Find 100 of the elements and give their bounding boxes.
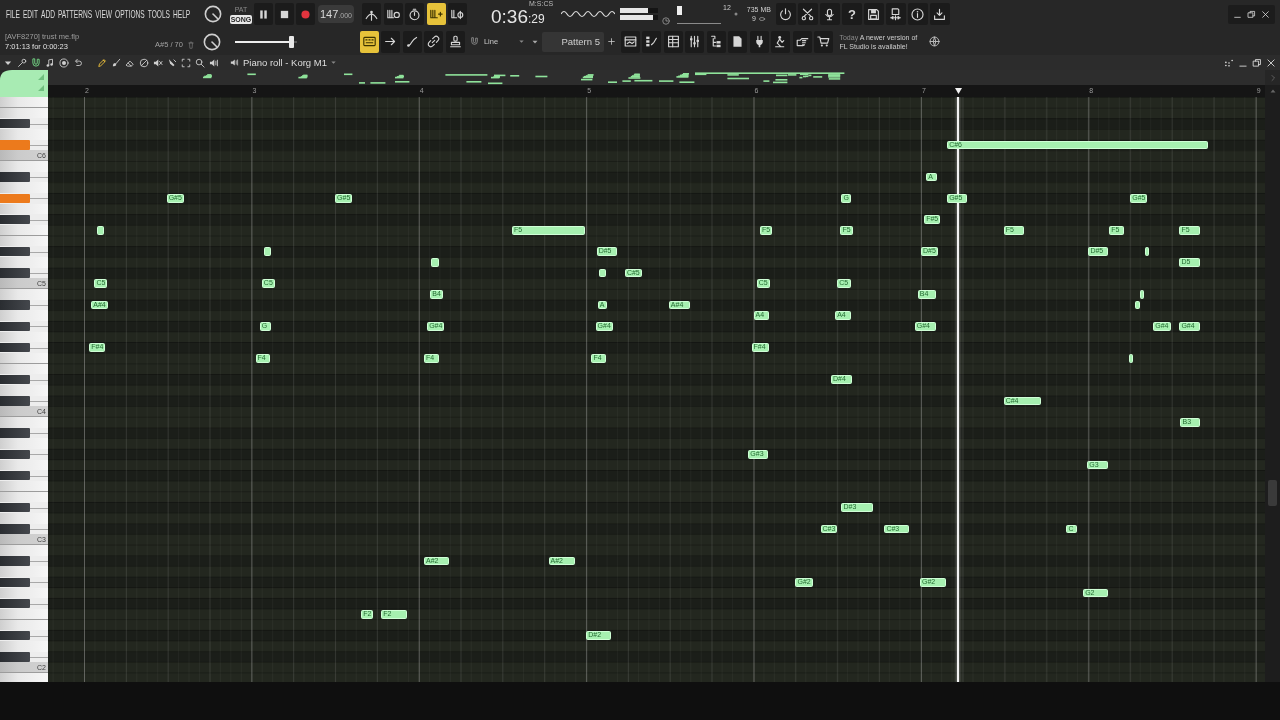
- power-icon: [779, 7, 793, 21]
- stamp-button[interactable]: [445, 30, 465, 53]
- piano-key[interactable]: [0, 321, 30, 331]
- knob-icon[interactable]: [204, 5, 222, 23]
- volume-slider[interactable]: [234, 35, 297, 48]
- select-icon[interactable]: [180, 56, 192, 69]
- comb-clock-icon: [386, 7, 400, 21]
- magnet-icon[interactable]: [30, 56, 42, 69]
- plus-icon[interactable]: [606, 37, 616, 46]
- figure-button[interactable]: [771, 30, 791, 53]
- slider-thumb[interactable]: [289, 35, 295, 48]
- menu-item[interactable]: EDIT: [22, 8, 38, 20]
- restore-icon[interactable]: [1252, 57, 1262, 68]
- save-button[interactable]: [863, 3, 884, 25]
- typing-keyboard-button[interactable]: [359, 30, 379, 53]
- piano-key[interactable]: [0, 215, 30, 225]
- slider-thumb[interactable]: [677, 6, 682, 15]
- comb-clock-button[interactable]: [383, 3, 403, 25]
- document-icon: [731, 35, 745, 48]
- dot-icon: [733, 12, 738, 16]
- menu-item[interactable]: PATTERNS: [57, 8, 93, 20]
- piano-key[interactable]: [0, 471, 30, 481]
- piano-key[interactable]: [0, 247, 30, 257]
- close-icon[interactable]: [1266, 57, 1276, 68]
- brush-icon[interactable]: [110, 56, 122, 69]
- piano-key[interactable]: [0, 503, 30, 513]
- restore-icon[interactable]: [1247, 9, 1256, 19]
- knife-icon[interactable]: [166, 56, 178, 69]
- menu-item[interactable]: VIEW: [95, 8, 112, 20]
- note[interactable]: [263, 247, 272, 256]
- piano-key[interactable]: [0, 577, 30, 587]
- mixer-button[interactable]: [685, 30, 705, 53]
- vertical-scrollbar[interactable]: [1265, 97, 1280, 682]
- pitch-slider[interactable]: [677, 4, 721, 24]
- knob-icon[interactable]: [202, 32, 221, 51]
- cart-button[interactable]: [814, 30, 834, 53]
- stopwatch-icon: [408, 7, 421, 21]
- menu-item[interactable]: HELP: [173, 8, 191, 20]
- scissors-icon: [801, 7, 815, 21]
- power-button[interactable]: [775, 3, 796, 25]
- undo-icon[interactable]: [72, 56, 84, 69]
- arrow-right-button[interactable]: [381, 30, 401, 53]
- stop-button[interactable]: [275, 3, 294, 25]
- link-button[interactable]: [424, 30, 444, 53]
- document-button[interactable]: [728, 30, 748, 53]
- download-icon: [933, 7, 947, 21]
- comb-ring-button[interactable]: [448, 3, 467, 25]
- wrench-icon[interactable]: [16, 56, 28, 69]
- menu-item[interactable]: ADD: [41, 8, 55, 20]
- plug-button[interactable]: [749, 30, 769, 53]
- song-time[interactable]: 0:36:29: [491, 6, 545, 27]
- curve-button[interactable]: [402, 30, 422, 53]
- stopwatch-button[interactable]: [405, 3, 424, 25]
- save-split-button[interactable]: [885, 3, 906, 25]
- note[interactable]: [598, 268, 607, 278]
- note[interactable]: [1139, 290, 1144, 299]
- info-button[interactable]: [907, 3, 928, 25]
- comb-plus-button[interactable]: [426, 3, 446, 25]
- menu-item[interactable]: FILE: [6, 8, 20, 20]
- piano-key[interactable]: [0, 631, 30, 641]
- antenna-button[interactable]: [362, 3, 381, 25]
- menu-item[interactable]: TOOLS: [147, 8, 170, 20]
- pause-button[interactable]: [254, 3, 273, 25]
- close-icon[interactable]: [1261, 9, 1270, 19]
- step-sequencer-button[interactable]: [642, 30, 662, 53]
- music-note-icon[interactable]: [44, 56, 56, 69]
- zoom-icon[interactable]: [194, 56, 206, 69]
- cart-icon: [817, 35, 831, 48]
- dots-icon[interactable]: [1224, 57, 1234, 68]
- note[interactable]: [96, 226, 104, 235]
- pointing-hand-button[interactable]: [792, 30, 812, 53]
- save-icon: [867, 7, 881, 21]
- globe-icon[interactable]: [929, 36, 941, 47]
- note[interactable]: [1129, 354, 1134, 363]
- scroll-thumb[interactable]: [1268, 480, 1277, 506]
- pause-icon: [257, 7, 270, 21]
- note[interactable]: [1135, 300, 1140, 310]
- pattern-selector[interactable]: Pattern 5: [541, 31, 604, 52]
- menu-item[interactable]: OPTIONS: [115, 8, 145, 20]
- help-button[interactable]: ?: [841, 3, 862, 25]
- piano-roll-title[interactable]: Piano roll - Korg M1: [243, 57, 327, 68]
- piano-key[interactable]: [0, 343, 30, 353]
- microphone-button[interactable]: [819, 3, 840, 25]
- piano-key[interactable]: [0, 375, 30, 385]
- no-entry-icon[interactable]: [138, 56, 150, 69]
- pencil-icon[interactable]: [96, 56, 108, 69]
- grid-button[interactable]: [663, 30, 683, 53]
- folder-tree-button[interactable]: [706, 30, 726, 53]
- scissors-button[interactable]: [797, 3, 818, 25]
- piano-key[interactable]: [0, 119, 30, 129]
- download-button[interactable]: [929, 3, 950, 25]
- record-button[interactable]: [296, 3, 315, 25]
- oval-icon: [757, 15, 766, 22]
- playhead-marker-icon[interactable]: [953, 87, 963, 95]
- record-ring-icon[interactable]: [58, 56, 70, 69]
- link-icon: [427, 35, 441, 48]
- piano-key[interactable]: [0, 449, 30, 459]
- piano-key[interactable]: [0, 599, 30, 609]
- playlist-button[interactable]: [620, 30, 640, 53]
- note[interactable]: [1144, 247, 1150, 256]
